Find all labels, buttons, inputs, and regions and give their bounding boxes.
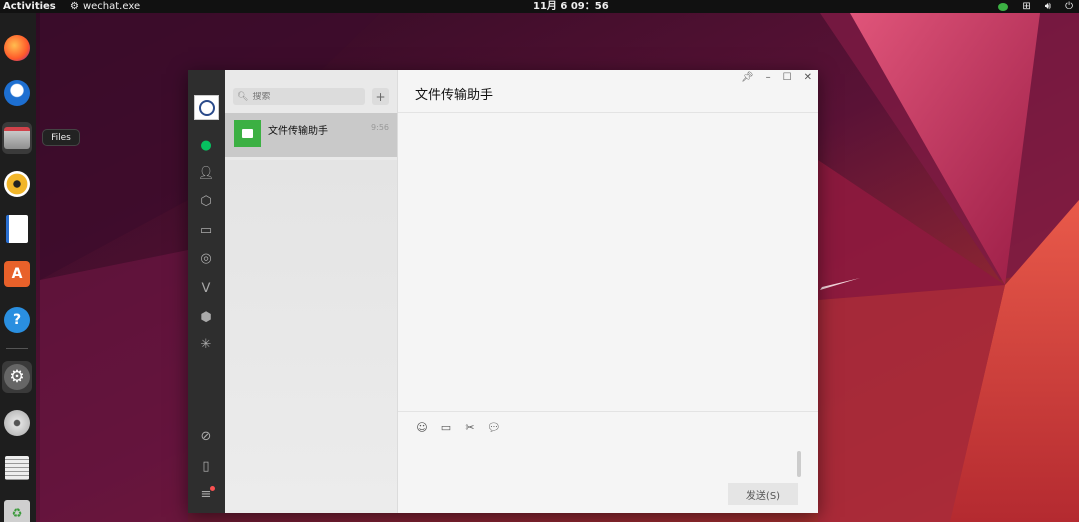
settings-gear-icon: ⚙ (4, 364, 30, 390)
message-area[interactable] (398, 113, 818, 411)
clock[interactable]: 11月 6 09：56 (533, 0, 609, 13)
app-menu[interactable]: ⚙ wechat.exe (70, 0, 140, 13)
chat-list-item[interactable]: 文件传输助手 9:56 (225, 113, 397, 157)
network-icon[interactable]: ⊞ (1022, 0, 1030, 13)
contacts-icon[interactable]: 👤︎ (197, 164, 215, 182)
help-icon: ? (4, 307, 30, 333)
message-input[interactable] (415, 442, 805, 478)
wechat-sidebar: ● 👤︎ ⬡ ▭ ◎ ᐯ ⬢ ✳ ⊘ ▯ ≡ (188, 70, 225, 513)
trash-icon: ♻ (4, 500, 30, 522)
send-button[interactable]: 发送(S) (728, 483, 798, 505)
chat-time: 9:56 (371, 123, 389, 132)
wechat-tray-icon[interactable] (998, 2, 1009, 11)
system-tray[interactable]: ⊞ 🔊︎ ⏻ (998, 0, 1073, 13)
dock-trash[interactable]: ♻ (2, 497, 32, 522)
dock-disc[interactable] (2, 407, 32, 439)
input-scrollbar[interactable] (797, 451, 801, 477)
dock-settings[interactable]: ⚙ (2, 361, 32, 393)
dock-separator (6, 348, 28, 349)
activities-button[interactable]: Activities (3, 0, 56, 13)
favorites-cube-icon[interactable]: ⬡ (197, 192, 215, 210)
firefox-icon (4, 35, 30, 61)
search-input[interactable] (252, 91, 363, 102)
rhythmbox-icon (4, 171, 30, 197)
wechat-window: ● 👤︎ ⬡ ▭ ◎ ᐯ ⬢ ✳ ⊘ ▯ ≡ 🔍︎ + 文件传输助手 9:56 … (188, 70, 818, 513)
search-box[interactable]: 🔍︎ (233, 88, 365, 105)
minimize-icon[interactable]: – (766, 72, 771, 83)
mini-program-icon[interactable]: ⬢ (197, 308, 215, 326)
app-icon: ⚙ (70, 1, 79, 12)
chat-list-empty (225, 160, 397, 510)
channels-icon[interactable]: ᐯ (197, 279, 215, 297)
search-sparkle-icon[interactable]: ✳ (197, 335, 215, 353)
chat-bubble-icon[interactable]: ● (197, 136, 215, 154)
screenshot-scissors-icon[interactable]: ✂ (463, 420, 477, 434)
writer-icon (6, 215, 28, 243)
chat-name: 文件传输助手 (268, 126, 328, 137)
folder-icon[interactable]: ▭ (197, 221, 215, 239)
software-store-icon: A (4, 261, 30, 287)
conversation-title: 文件传输助手 (415, 88, 494, 103)
close-icon[interactable]: ✕ (804, 72, 812, 83)
menu-badge (210, 486, 215, 491)
folder-glyph (242, 129, 253, 138)
chat-history-icon[interactable]: 💬︎ (487, 420, 501, 434)
input-toolbar: ☺ ▭ ✂ 💬︎ (415, 420, 501, 434)
app-name: wechat.exe (82, 1, 141, 12)
emoji-icon[interactable]: ☺ (415, 420, 429, 434)
dock-files[interactable] (2, 122, 32, 154)
volume-icon[interactable]: 🔊︎ (1045, 0, 1051, 13)
file-transfer-icon (234, 120, 261, 147)
search-icon: 🔍︎ (237, 91, 249, 102)
top-bar: Activities ⚙ wechat.exe 11月 6 09：56 ⊞ 🔊︎… (0, 0, 1079, 13)
files-icon (4, 127, 30, 149)
disc-icon (4, 410, 30, 436)
dock-floppy[interactable] (2, 452, 32, 484)
add-button[interactable]: + (372, 88, 389, 105)
power-icon[interactable]: ⏻ (1065, 0, 1073, 13)
input-divider (398, 411, 818, 412)
pin-icon[interactable]: 📌︎ (741, 72, 754, 83)
user-avatar[interactable] (194, 95, 219, 120)
dock-tooltip: Files (42, 129, 80, 146)
file-folder-icon[interactable]: ▭ (439, 420, 453, 434)
avatar-emblem (198, 99, 215, 116)
phone-icon[interactable]: ▯ (197, 457, 215, 475)
dock-software[interactable]: A (2, 258, 32, 290)
dock-thunderbird[interactable] (2, 77, 32, 109)
maximize-icon[interactable]: ☐ (783, 72, 792, 83)
window-controls: 📌︎ – ☐ ✕ (741, 72, 812, 83)
mini-programs-icon[interactable]: ⊘ (197, 427, 215, 445)
conversation-panel: 文件传输助手 📌︎ – ☐ ✕ ☺ ▭ ✂ 💬︎ 发送(S) (398, 70, 818, 513)
moments-icon[interactable]: ◎ (197, 249, 215, 267)
chat-list-panel: 🔍︎ + 文件传输助手 9:56 (225, 70, 398, 513)
dock-rhythmbox[interactable] (2, 168, 32, 200)
dock-help[interactable]: ? (2, 304, 32, 336)
drive-icon (5, 456, 29, 480)
dock-firefox[interactable] (2, 32, 32, 64)
dock: A ? ⚙ ♻ (0, 13, 36, 522)
dock-writer[interactable] (2, 213, 32, 245)
thunderbird-icon (4, 80, 30, 106)
